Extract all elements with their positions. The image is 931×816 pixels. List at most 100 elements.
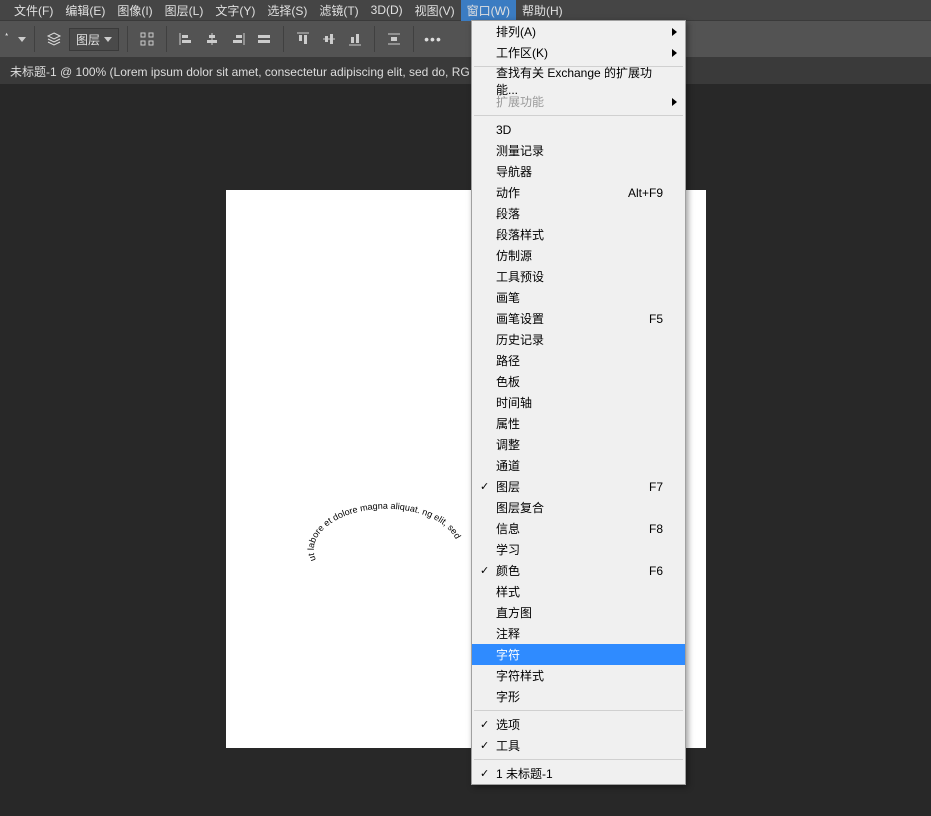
check-icon: ✓ — [480, 718, 489, 731]
layers-icon-button[interactable] — [43, 28, 65, 50]
separator — [374, 26, 375, 52]
menu-item-label: 扩展功能 — [496, 93, 663, 110]
menu-item-label: 注释 — [496, 625, 663, 642]
menu-文字[interactable]: 文字(Y) — [209, 0, 261, 21]
menu-item-label: 导航器 — [496, 163, 663, 180]
menu-item-label: 3D — [496, 123, 663, 137]
menu-文件[interactable]: 文件(F) — [8, 0, 59, 21]
menu-item[interactable]: 工具预设 — [472, 266, 685, 287]
menu-窗口[interactable]: 窗口(W) — [461, 0, 516, 21]
menu-图层[interactable]: 图层(L) — [159, 0, 210, 21]
separator — [34, 26, 35, 52]
menu-item-label: 信息 — [496, 520, 639, 537]
menu-item[interactable]: 导航器 — [472, 161, 685, 182]
menu-separator — [474, 115, 683, 116]
separator — [127, 26, 128, 52]
menu-item-label: 段落 — [496, 205, 663, 222]
menu-item-label: 历史记录 — [496, 331, 663, 348]
menu-item[interactable]: 路径 — [472, 350, 685, 371]
align-center-h-button[interactable] — [201, 28, 223, 50]
menu-item-shortcut: Alt+F9 — [618, 186, 663, 200]
menu-item[interactable]: 仿制源 — [472, 245, 685, 266]
check-icon: ✓ — [480, 767, 489, 780]
align-justify-button[interactable] — [253, 28, 275, 50]
more-options-button[interactable]: ••• — [422, 28, 444, 50]
window-menu-dropdown[interactable]: 排列(A) 工作区(K) 查找有关 Exchange 的扩展功能... 扩展功能 3D 测… — [471, 20, 686, 785]
document-tab[interactable]: 未标题-1 @ 100% (Lorem ipsum dolor sit amet… — [10, 63, 470, 80]
menu-item[interactable]: 动作Alt+F9 — [472, 182, 685, 203]
document-tab-bar: 未标题-1 @ 100% (Lorem ipsum dolor sit amet… — [0, 58, 931, 84]
menu-item[interactable]: ✓选项 — [472, 714, 685, 735]
menu-item[interactable]: 字形 — [472, 686, 685, 707]
menu-视图[interactable]: 视图(V) — [409, 0, 461, 21]
menu-item[interactable]: ✓图层F7 — [472, 476, 685, 497]
menu-item[interactable]: ✓工具 — [472, 735, 685, 756]
menu-item[interactable]: 查找有关 Exchange 的扩展功能... — [472, 70, 685, 91]
menu-item[interactable]: 通道 — [472, 455, 685, 476]
menu-item[interactable]: 图层复合 — [472, 497, 685, 518]
menu-item-label: 仿制源 — [496, 247, 663, 264]
menu-item[interactable]: 信息F8 — [472, 518, 685, 539]
menu-item-label: 1 未标题-1 — [496, 765, 663, 782]
distribute-v-button[interactable] — [383, 28, 405, 50]
menu-item-shortcut: F6 — [639, 564, 663, 578]
menu-item[interactable]: 画笔设置F5 — [472, 308, 685, 329]
menubar: 文件(F)编辑(E)图像(I)图层(L)文字(Y)选择(S)滤镜(T)3D(D)… — [0, 0, 931, 20]
menu-图像[interactable]: 图像(I) — [111, 0, 158, 21]
menu-滤镜[interactable]: 滤镜(T) — [313, 0, 364, 21]
menu-item[interactable]: 工作区(K) — [472, 42, 685, 63]
menu-item[interactable]: 时间轴 — [472, 392, 685, 413]
submenu-arrow-icon — [672, 98, 677, 106]
reference-layer-label: 图层 — [76, 31, 100, 48]
menu-item-label: 工具预设 — [496, 268, 663, 285]
menu-item-label: 字形 — [496, 688, 663, 705]
menu-帮助[interactable]: 帮助(H) — [516, 0, 569, 21]
menu-item-label: 动作 — [496, 184, 618, 201]
curved-text-content: ut labore et dolore magna aliquat. ng el… — [276, 480, 463, 563]
menu-item-label: 字符样式 — [496, 667, 663, 684]
menu-item[interactable]: 学习 — [472, 539, 685, 560]
text-orientation-button[interactable] — [4, 28, 26, 50]
menu-separator — [474, 710, 683, 711]
menu-item[interactable]: 样式 — [472, 581, 685, 602]
menu-选择[interactable]: 选择(S) — [261, 0, 313, 21]
menu-item-label: 图层 — [496, 478, 639, 495]
menu-item[interactable]: 排列(A) — [472, 21, 685, 42]
menu-item[interactable]: 字符样式 — [472, 665, 685, 686]
menu-item[interactable]: ✓ 1 未标题-1 — [472, 763, 685, 784]
align-top-button[interactable] — [292, 28, 314, 50]
menu-item-shortcut: F7 — [639, 480, 663, 494]
menu-item[interactable]: 测量记录 — [472, 140, 685, 161]
menu-item[interactable]: 历史记录 — [472, 329, 685, 350]
menu-item[interactable]: 3D — [472, 119, 685, 140]
menu-item[interactable]: 段落样式 — [472, 224, 685, 245]
menu-item-label: 图层复合 — [496, 499, 663, 516]
menu-item-label: 颜色 — [496, 562, 639, 579]
menu-item-label: 字符 — [496, 646, 663, 663]
menu-item[interactable]: 段落 — [472, 203, 685, 224]
menu-item[interactable]: 调整 — [472, 434, 685, 455]
align-bottom-button[interactable] — [344, 28, 366, 50]
workspace: ut labore et dolore magna aliquat. ng el… — [0, 84, 931, 816]
menu-item[interactable]: 直方图 — [472, 602, 685, 623]
menu-item[interactable]: ✓颜色F6 — [472, 560, 685, 581]
menu-3d[interactable]: 3D(D) — [365, 1, 409, 19]
menu-item[interactable]: 注释 — [472, 623, 685, 644]
menu-编辑[interactable]: 编辑(E) — [59, 0, 111, 21]
align-grid-button[interactable] — [136, 28, 158, 50]
align-left-button[interactable] — [175, 28, 197, 50]
menu-item-label: 色板 — [496, 373, 663, 390]
menu-item-shortcut: F8 — [639, 522, 663, 536]
reference-layer-dropdown[interactable]: 图层 — [69, 28, 119, 51]
menu-item-label: 学习 — [496, 541, 663, 558]
menu-item-label: 画笔设置 — [496, 310, 639, 327]
align-right-button[interactable] — [227, 28, 249, 50]
menu-item-label: 时间轴 — [496, 394, 663, 411]
menu-item[interactable]: 画笔 — [472, 287, 685, 308]
menu-item-label: 排列(A) — [496, 23, 663, 40]
menu-item[interactable]: 属性 — [472, 413, 685, 434]
separator — [166, 26, 167, 52]
menu-item[interactable]: 色板 — [472, 371, 685, 392]
menu-item[interactable]: 字符 — [472, 644, 685, 665]
align-middle-v-button[interactable] — [318, 28, 340, 50]
